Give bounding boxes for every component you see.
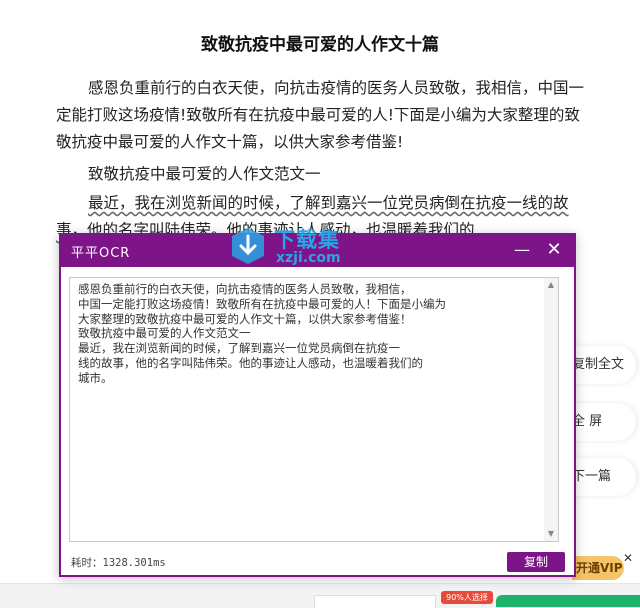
next-article-button[interactable]: 下一篇 — [568, 458, 636, 496]
article-title: 致敬抗疫中最可爱的人作文十篇 — [201, 35, 439, 55]
copy-button[interactable]: 复制 — [507, 552, 565, 572]
popular-badge: 90%人选择 — [441, 591, 493, 604]
vip-button[interactable]: 开通VIP — [572, 556, 624, 580]
scroll-down-icon[interactable]: ▼ — [544, 527, 558, 541]
bottom-option-box[interactable] — [314, 595, 436, 608]
elapsed-time: 耗时：1328.301ms — [71, 557, 166, 569]
watermark-domain: xzji.com — [276, 250, 341, 266]
ocr-result-textarea[interactable]: 感恩负重前行的白衣天使，向抗击疫情的医务人员致敬，我相信， 中国一定能打败这场疫… — [69, 277, 559, 542]
article-subheading: 致敬抗疫中最可爱的人作文范文一 — [88, 165, 321, 183]
copy-all-button[interactable]: 复制全文 — [568, 346, 636, 384]
download-button[interactable] — [496, 595, 640, 607]
watermark: 下载集 xzji.com — [228, 222, 388, 272]
fullscreen-button[interactable]: 全 屏 — [568, 403, 636, 441]
scroll-up-icon[interactable]: ▲ — [544, 278, 558, 292]
ocr-window: 平平OCR — ✕ 感恩负重前行的白衣天使，向抗击疫情的医务人员致敬，我相信， … — [59, 233, 576, 577]
minimize-icon[interactable]: — — [511, 239, 533, 261]
vip-close-icon[interactable]: ✕ — [620, 550, 636, 566]
ocr-window-title: 平平OCR — [71, 246, 131, 261]
ocr-footer: 耗时：1328.301ms 复制 — [61, 548, 574, 575]
ocr-scrollbar[interactable]: ▲ ▼ — [544, 278, 558, 541]
article-paragraph-1: 感恩负重前行的白衣天使，向抗击疫情的医务人员致敬，我相信，中国一定能打败这场疫情… — [56, 79, 585, 151]
close-icon[interactable]: ✕ — [543, 239, 565, 261]
download-logo-icon — [232, 228, 264, 264]
